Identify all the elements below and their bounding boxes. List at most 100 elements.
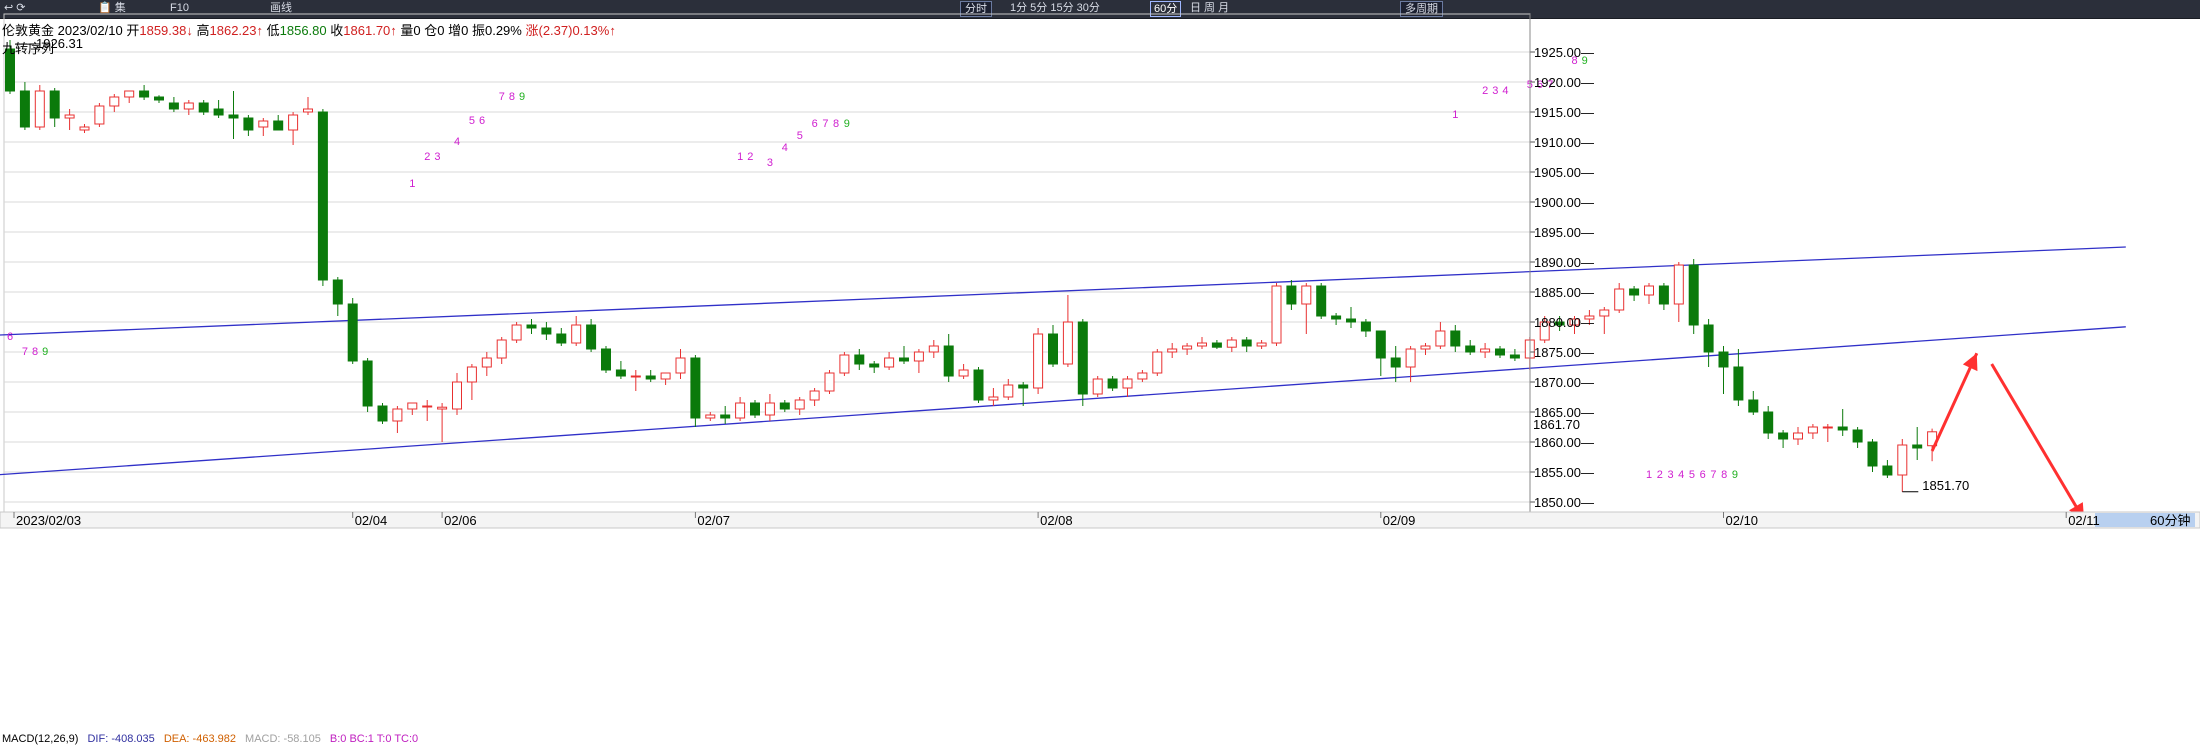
candle-body — [139, 90, 150, 98]
td-seq-label: 1 — [737, 151, 743, 163]
amplitude: 振0.29% — [471, 23, 522, 38]
candle-body — [94, 105, 105, 125]
candle-body — [1897, 444, 1908, 476]
y-tick-label: 1885.00— — [1534, 285, 1594, 300]
macd-info-bar: MACD(12,26,9) DIF: -408.035 DEA: -463.98… — [2, 733, 424, 745]
candle-body — [1390, 357, 1401, 368]
td-seq-label: 4 — [1678, 469, 1684, 481]
y-tick-label: 1855.00— — [1534, 465, 1594, 480]
candle-body — [481, 357, 492, 368]
open-arrow: ↓ — [186, 23, 193, 38]
candle-body — [1316, 285, 1327, 317]
td-seq-label: 2 — [1657, 469, 1663, 481]
candle-body — [1629, 288, 1640, 296]
td-seq-label: 6 — [479, 115, 485, 127]
candles: 1926.311851.70 — [5, 36, 1969, 493]
td-seq-label: 4 — [782, 142, 788, 154]
close-value: 1861.70 — [343, 23, 391, 38]
td-seq-label: 8 — [1721, 469, 1727, 481]
td-seq-label: 7 — [822, 118, 828, 130]
candle-body — [809, 390, 820, 401]
td-seq-label: 7 — [22, 346, 28, 358]
x-tick-label: 02/11 — [2068, 513, 2100, 528]
candle-body — [1286, 285, 1297, 305]
candle-body — [1644, 285, 1654, 296]
candle-body — [422, 405, 433, 408]
candle-body — [49, 90, 60, 119]
candle-body — [1807, 426, 1818, 434]
arrow-shaft — [1930, 352, 1979, 452]
td-seq-label: 6 — [7, 331, 13, 343]
candle-body — [690, 357, 701, 419]
y-tick-label: 1915.00— — [1534, 105, 1594, 120]
y-tick-label: 1860.00— — [1534, 435, 1594, 450]
td-seq-label: 2 — [424, 151, 430, 163]
candle-body — [19, 90, 30, 128]
candle-body — [332, 279, 343, 305]
candle-body — [1048, 333, 1058, 365]
x-tick-label: 02/10 — [1726, 513, 1759, 528]
candle-body — [1495, 348, 1505, 356]
open-interest: 仓0 — [424, 23, 445, 38]
candle-body — [1331, 315, 1342, 320]
change: 涨(2.37)0.13% — [525, 23, 610, 38]
y-tick-label: 1870.00— — [1534, 375, 1594, 390]
candle-body — [1405, 348, 1416, 368]
candle-body — [1837, 426, 1848, 431]
y-tick-label: 1905.00— — [1534, 165, 1594, 180]
candle-body — [1465, 345, 1476, 353]
x-axis-strip — [0, 511, 2200, 529]
candle-body — [258, 120, 269, 128]
td-seq-label: 6 — [812, 118, 818, 130]
candle-body — [64, 114, 75, 119]
td-sequential-labels: 6789123456789123456789123456789123456789 — [7, 55, 1738, 481]
candle-body — [1420, 345, 1431, 350]
candle-body — [1852, 429, 1863, 443]
candle-body — [317, 111, 328, 281]
low-value: 1856.80 — [279, 23, 327, 38]
quote-date: 2023/02/10 — [57, 23, 123, 38]
x-tick-label: 02/07 — [697, 513, 730, 528]
td-seq-label: 4 — [454, 136, 460, 148]
candle-body — [660, 372, 671, 380]
candle-body — [973, 369, 984, 401]
candle-body — [347, 303, 358, 362]
candle-body — [466, 366, 477, 383]
high-label: 高 — [196, 23, 210, 38]
symbol-name: 伦敦黄金 — [2, 23, 55, 38]
change-arrow: ↑ — [609, 23, 616, 38]
candle-body — [243, 117, 254, 131]
candle-body — [1673, 264, 1684, 305]
candle-body — [705, 414, 716, 419]
candlestick-chart: 1926.311851.70 67 8 912 345 67 8 91 2 3456 7 8 912 3… — [0, 13, 2200, 529]
candle-body — [556, 333, 567, 344]
high-value: 1862.23 — [209, 23, 257, 38]
y-tick-label: 1875.00— — [1534, 345, 1594, 360]
candle-body — [1435, 330, 1446, 347]
y-tick-label: 1910.00— — [1534, 135, 1594, 150]
td-seq-label: 3 — [1667, 469, 1673, 481]
td-seq-label: 1 — [1646, 469, 1652, 481]
td-seq-label: 4 — [1502, 85, 1508, 97]
arrow-shaft — [1990, 363, 2086, 521]
td-seq-label: 5 — [469, 115, 475, 127]
candle-body — [288, 114, 299, 131]
candle-body — [1599, 309, 1610, 317]
y-tick-label: 1880.00— — [1534, 315, 1594, 330]
macd-dif: DIF: -408.035 — [87, 733, 155, 745]
quote-info-bar: 伦敦黄金 2023/02/10 开1859.38↓ 高1862.23↑ 低185… — [2, 20, 616, 39]
candle-body — [675, 357, 686, 374]
candle-body — [1867, 441, 1878, 467]
candle-body — [34, 90, 45, 128]
td-seq-label: 2 — [1482, 85, 1488, 97]
candle-body — [839, 354, 850, 374]
td-seq-label: 2 — [747, 151, 753, 163]
candle-body — [407, 402, 418, 410]
candle-body — [1748, 399, 1759, 413]
candle-body — [779, 402, 790, 410]
candle-body — [958, 369, 969, 377]
candle-body — [750, 402, 760, 416]
macd-extra: B:0 BC:1 T:0 TC:0 — [329, 733, 419, 745]
candle-body — [124, 90, 135, 98]
candle-body — [824, 372, 835, 392]
